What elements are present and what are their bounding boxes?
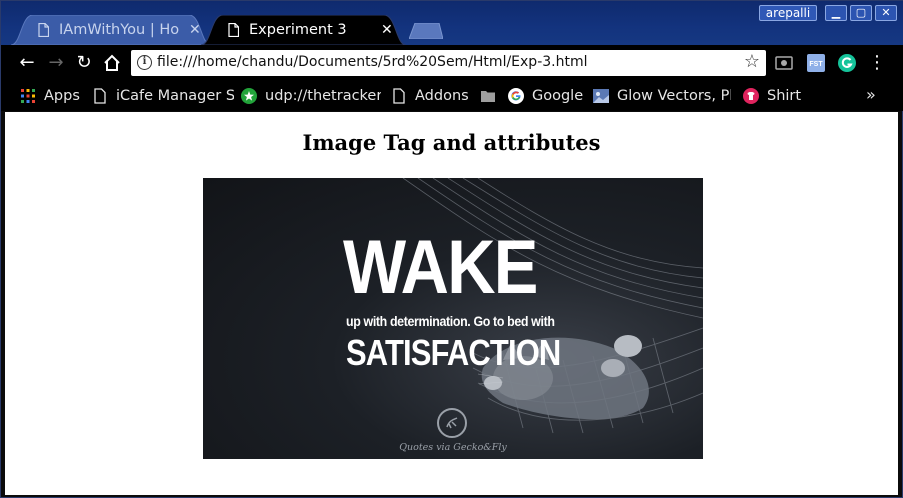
close-tab-icon[interactable]: ✕ bbox=[381, 22, 393, 38]
browser-window: IAmWithYou | Home ✕ Experiment 3 ✕ arepa… bbox=[0, 0, 903, 498]
back-arrow-icon[interactable]: ← bbox=[17, 53, 37, 73]
shirt-icon bbox=[743, 88, 759, 104]
bookmark-apps[interactable]: Apps bbox=[20, 86, 85, 106]
more-bookmarks-chevron-icon[interactable]: » bbox=[866, 85, 876, 104]
bookmark-label: udp://thetracker bbox=[265, 88, 381, 104]
quote-word-wake: WAKE bbox=[343, 225, 538, 310]
page-icon bbox=[228, 23, 239, 37]
forward-arrow-icon[interactable]: → bbox=[46, 53, 66, 73]
page-heading: Image Tag and attributes bbox=[302, 130, 601, 155]
bookmark-addons[interactable]: Addons bbox=[391, 86, 471, 106]
toolbar: ← → ↻ i file:///home/chandu/Documents/5r… bbox=[1, 45, 903, 81]
fst-extension-icon[interactable]: FST bbox=[807, 54, 825, 72]
info-icon[interactable]: i bbox=[137, 55, 152, 70]
bookmark-udp-tracker[interactable]: udp://thetracker bbox=[241, 86, 381, 106]
image-icon bbox=[593, 89, 609, 103]
profile-button[interactable]: arepalli bbox=[759, 5, 817, 21]
quote-word-satisfaction: SATISFACTION bbox=[346, 332, 561, 373]
grammarly-icon[interactable] bbox=[838, 54, 856, 72]
folder-icon bbox=[481, 91, 495, 102]
address-bar[interactable]: i file:///home/chandu/Documents/5rd%20Se… bbox=[131, 50, 766, 76]
close-window-icon[interactable]: ✕ bbox=[875, 5, 897, 21]
bookmark-label: Google bbox=[532, 88, 584, 104]
home-icon[interactable] bbox=[102, 53, 122, 73]
image-credit: Quotes via Gecko&Fly bbox=[399, 442, 507, 453]
menu-dots-icon[interactable]: ⋮ bbox=[867, 53, 887, 73]
tab-iamwithyou[interactable]: IAmWithYou | Home ✕ bbox=[11, 15, 211, 45]
page-icon bbox=[393, 88, 405, 104]
apps-grid-icon bbox=[21, 89, 35, 103]
bookmark-label: Shirt bbox=[767, 88, 802, 104]
page-icon bbox=[38, 23, 49, 37]
tab-experiment-3[interactable]: Experiment 3 ✕ bbox=[201, 15, 406, 45]
tab-title: Experiment 3 bbox=[249, 22, 347, 38]
bookmark-label: Addons bbox=[415, 88, 469, 104]
bookmark-label: iCafe Manager Se bbox=[116, 88, 234, 104]
tab-title: IAmWithYou | Home bbox=[59, 22, 179, 38]
bookmark-label: Apps bbox=[44, 88, 80, 104]
bookmark-shirt[interactable]: Shirt bbox=[743, 86, 813, 106]
reload-icon[interactable]: ↻ bbox=[74, 53, 94, 73]
bookmarks-bar: Apps iCafe Manager Se udp://thetracker A… bbox=[1, 81, 903, 111]
close-tab-icon[interactable]: ✕ bbox=[189, 22, 201, 38]
bookmark-star-icon[interactable]: ☆ bbox=[744, 51, 760, 72]
new-tab-button[interactable] bbox=[409, 23, 443, 39]
bookmark-google[interactable]: Google bbox=[508, 86, 588, 106]
green-star-icon bbox=[241, 88, 257, 104]
gecko-logo-icon bbox=[437, 408, 467, 438]
bookmark-icafe-manager[interactable]: iCafe Manager Se bbox=[92, 86, 234, 106]
quote-tagline: up with determination. Go to bed with bbox=[346, 314, 555, 329]
page-content: Image Tag and attributes WAKE up with de… bbox=[5, 112, 898, 495]
page-icon bbox=[94, 88, 106, 104]
url-text: file:///home/chandu/Documents/5rd%20Sem/… bbox=[157, 54, 588, 70]
bookmark-glow-vectors[interactable]: Glow Vectors, Ph bbox=[593, 86, 731, 106]
cast-extension-icon[interactable] bbox=[775, 54, 793, 72]
quote-image: WAKE up with determination. Go to bed wi… bbox=[203, 178, 703, 459]
maximize-icon[interactable]: ▢ bbox=[850, 5, 872, 21]
minimize-icon[interactable]: ▁ bbox=[825, 5, 847, 21]
title-bar: IAmWithYou | Home ✕ Experiment 3 ✕ arepa… bbox=[1, 1, 903, 45]
bookmark-folder[interactable] bbox=[480, 86, 498, 106]
bookmark-label: Glow Vectors, Ph bbox=[617, 88, 731, 104]
google-icon bbox=[508, 88, 524, 104]
svg-text:FST: FST bbox=[809, 61, 823, 68]
